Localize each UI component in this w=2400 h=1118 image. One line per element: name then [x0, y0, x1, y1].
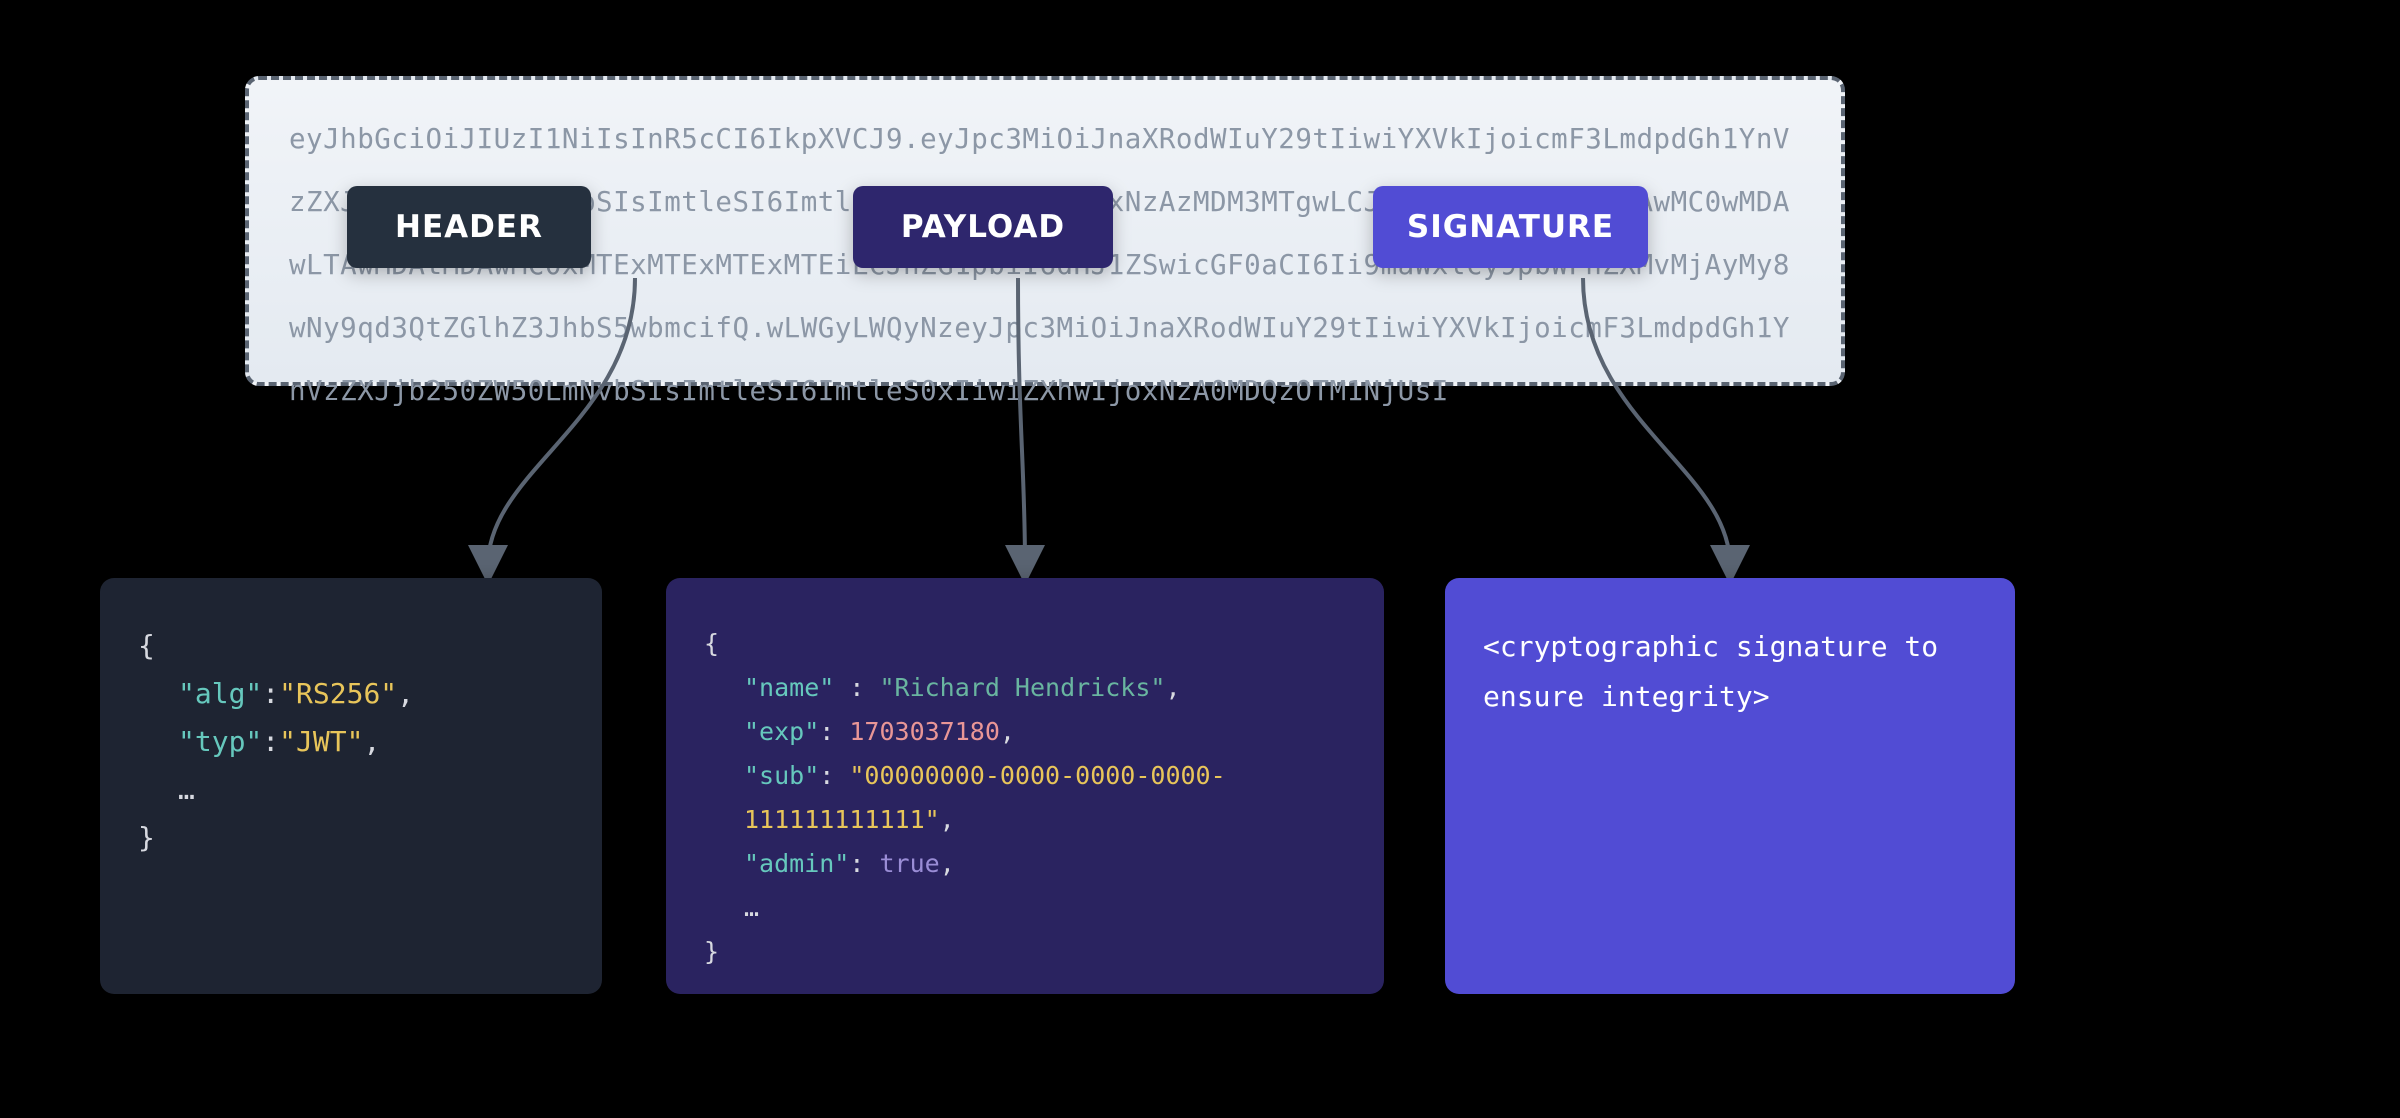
brace-open: { [704, 622, 1346, 666]
signature-label-text: SIGNATURE [1407, 209, 1614, 245]
payload-ellipsis: … [704, 886, 1346, 930]
signature-text: <cryptographic signature to ensure integ… [1483, 622, 1977, 722]
brace-open: { [138, 622, 564, 670]
payload-name-line: "name" : "Richard Hendricks", [704, 666, 1346, 710]
header-code-box: { "alg":"RS256", "typ":"JWT", … } [100, 578, 602, 994]
payload-admin-line: "admin": true, [704, 842, 1346, 886]
header-label-text: HEADER [395, 209, 543, 245]
header-ellipsis: … [138, 766, 564, 814]
payload-exp-line: "exp": 1703037180, [704, 710, 1346, 754]
header-typ-line: "typ":"JWT", [138, 718, 564, 766]
payload-code-box: { "name" : "Richard Hendricks", "exp": 1… [666, 578, 1384, 994]
payload-sub-line: "sub": "00000000-0000-0000-0000-11111111… [704, 754, 1346, 842]
signature-box: <cryptographic signature to ensure integ… [1445, 578, 2015, 994]
brace-close: } [704, 930, 1346, 974]
brace-close: } [138, 814, 564, 862]
payload-label: PAYLOAD [853, 186, 1113, 268]
payload-label-text: PAYLOAD [901, 209, 1065, 245]
header-label: HEADER [347, 186, 591, 268]
header-alg-line: "alg":"RS256", [138, 670, 564, 718]
signature-label: SIGNATURE [1373, 186, 1648, 268]
